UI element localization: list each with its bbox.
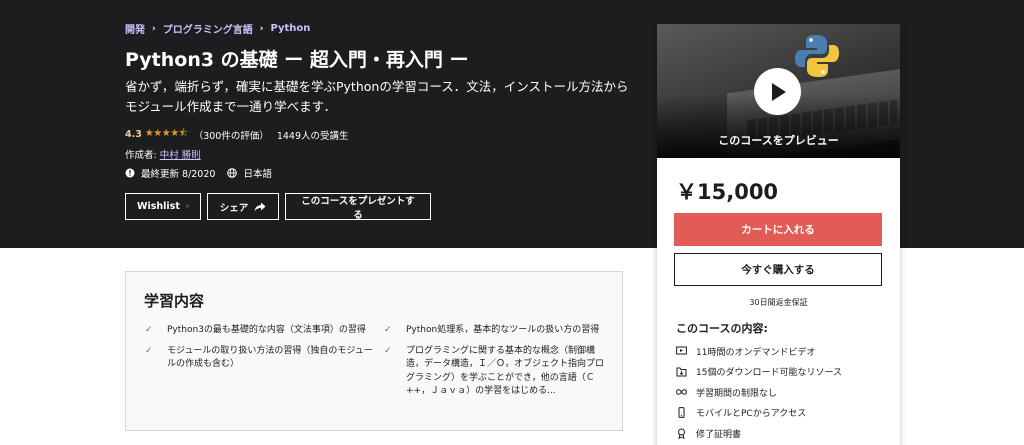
course-title: Python3 の基礎 ー 超入門・再入門 ー bbox=[125, 49, 469, 71]
what-you-learn-box: 学習内容 ✓ Python3の最も基礎的な内容（文法事項）の習得 ✓ モジュール… bbox=[125, 271, 623, 431]
add-to-cart-button[interactable]: カートに入れる bbox=[674, 213, 882, 246]
language-text: 日本語 bbox=[243, 169, 272, 180]
share-button[interactable]: シェア bbox=[207, 193, 279, 220]
python-logo-icon bbox=[795, 35, 839, 77]
purchase-sidebar: このコースをプレビュー ￥15,000 カートに入れる 今すぐ購入する 30日間… bbox=[657, 24, 900, 445]
money-back-guarantee: 30日間返金保証 bbox=[749, 298, 808, 307]
author-link[interactable]: 中村 勝則 bbox=[160, 150, 201, 161]
course-price: ￥15,000 bbox=[676, 180, 779, 204]
list-item: ✓ モジュールの取り扱い方法の習得（独自のモジュールの作成も含む） bbox=[145, 345, 373, 372]
infinity-icon bbox=[676, 389, 687, 395]
chevron-right-icon: › bbox=[152, 23, 156, 34]
list-item: ✓ Python処理系，基本的なツールの扱い方の習得 bbox=[384, 324, 606, 338]
learn-item-text: Python処理系，基本的なツールの扱い方の習得 bbox=[406, 325, 600, 335]
author-prefix: 作成者: bbox=[125, 150, 157, 161]
buy-now-button[interactable]: 今すぐ購入する bbox=[674, 253, 882, 286]
preview-label: このコースをプレビュー bbox=[718, 134, 839, 147]
wishlist-label: Wishlist bbox=[137, 201, 180, 212]
globe-icon bbox=[227, 168, 238, 178]
wishlist-button[interactable]: Wishlist bbox=[125, 193, 201, 220]
learn-item-text: モジュールの取り扱い方法の習得（独自のモジュールの作成も含む） bbox=[167, 345, 373, 370]
learn-title: 学習内容 bbox=[144, 292, 205, 310]
list-item: ✓ Python3の最も基礎的な内容（文法事項）の習得 bbox=[145, 324, 373, 338]
last-updated: 最終更新 8/2020 bbox=[125, 166, 215, 180]
include-text: 修了証明書 bbox=[696, 429, 742, 440]
include-text: 学習期間の制限なし bbox=[696, 388, 778, 399]
meta-row: 最終更新 8/2020 日本語 bbox=[125, 166, 284, 180]
list-item: 15個のダウンロード可能なリソース bbox=[676, 362, 842, 383]
hero-actions: Wishlist シェア このコースをプレゼントする bbox=[125, 193, 437, 221]
certificate-icon bbox=[678, 428, 685, 439]
course-preview[interactable]: このコースをプレビュー bbox=[657, 24, 900, 158]
breadcrumb-item-python[interactable]: Python bbox=[270, 23, 310, 34]
play-button[interactable] bbox=[754, 68, 801, 115]
learn-list-left: ✓ Python3の最も基礎的な内容（文法事項）の習得 ✓ モジュールの取り扱い… bbox=[145, 324, 373, 379]
list-item: モバイルとPCからアクセス bbox=[676, 403, 842, 424]
breadcrumb-item-programming-languages[interactable]: プログラミング言語 bbox=[163, 21, 253, 36]
download-file-icon bbox=[676, 367, 687, 377]
includes-title: このコースの内容: bbox=[676, 322, 768, 335]
include-text: 11時間のオンデマンドビデオ bbox=[696, 347, 816, 358]
check-icon: ✓ bbox=[145, 345, 153, 356]
gift-course-button[interactable]: このコースをプレゼントする bbox=[285, 193, 431, 221]
list-item: 11時間のオンデマンドビデオ bbox=[676, 341, 842, 362]
star-rating-icon: ★★★★⯪ bbox=[144, 128, 188, 139]
video-icon bbox=[676, 346, 687, 355]
learn-item-text: Python3の最も基礎的な内容（文法事項）の習得 bbox=[167, 325, 366, 335]
includes-list: 11時間のオンデマンドビデオ 15個のダウンロード可能なリソース 学習期間の制限… bbox=[676, 341, 842, 444]
author-row: 作成者: 中村 勝則 bbox=[125, 147, 201, 161]
share-label: シェア bbox=[219, 202, 249, 214]
rating-count[interactable]: （300件の評価） bbox=[194, 128, 269, 142]
last-updated-text: 最終更新 8/2020 bbox=[141, 169, 216, 180]
breadcrumb: 開発 › プログラミング言語 › Python bbox=[125, 21, 310, 36]
rating-value: 4.3 bbox=[125, 129, 142, 140]
list-item: 修了証明書 bbox=[676, 423, 842, 444]
check-icon: ✓ bbox=[145, 325, 153, 335]
check-icon: ✓ bbox=[384, 345, 392, 356]
learn-list-right: ✓ Python処理系，基本的なツールの扱い方の習得 ✓ プログラミングに関する… bbox=[384, 324, 606, 406]
list-item: ✓ プログラミングに関する基本的な概念（制御構造，データ構造，Ｉ／Ｏ，オブジェク… bbox=[384, 345, 606, 399]
share-arrow-icon bbox=[254, 202, 266, 211]
list-item: 学習期間の制限なし bbox=[676, 382, 842, 403]
check-icon: ✓ bbox=[384, 325, 392, 335]
mobile-icon bbox=[678, 407, 685, 419]
breadcrumb-item-dev[interactable]: 開発 bbox=[125, 21, 145, 36]
heart-icon bbox=[185, 205, 189, 208]
student-count: 1449人の受講生 bbox=[276, 130, 349, 142]
chevron-right-icon: › bbox=[259, 23, 264, 34]
include-text: 15個のダウンロード可能なリソース bbox=[696, 368, 843, 379]
include-text: モバイルとPCからアクセス bbox=[696, 409, 807, 420]
language: 日本語 bbox=[227, 166, 272, 180]
gift-label: このコースをプレゼントする bbox=[301, 195, 415, 221]
play-icon bbox=[771, 82, 786, 101]
course-subtitle: 省かず，端折らず，確実に基礎を学ぶPythonの学習コース．文法，インストール方… bbox=[125, 79, 629, 114]
learn-item-text: プログラミングに関する基本的な概念（制御構造，データ構造，Ｉ／Ｏ，オブジェクト指… bbox=[406, 345, 605, 397]
alert-badge-icon bbox=[125, 168, 135, 178]
rating-row: 4.3 ★★★★⯪ （300件の評価） 1449人の受講生 bbox=[125, 126, 349, 143]
